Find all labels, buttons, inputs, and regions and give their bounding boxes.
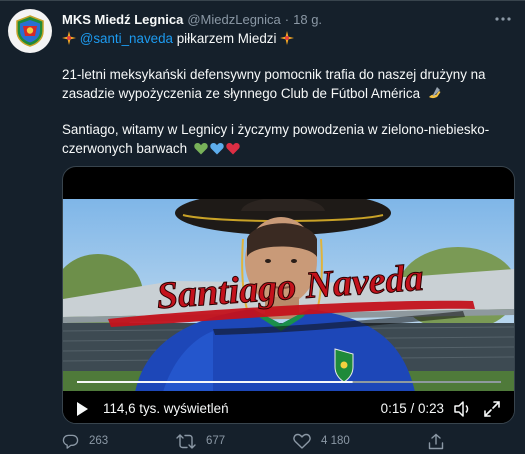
- green-heart-icon: [194, 143, 208, 155]
- red-heart-icon: [226, 143, 240, 155]
- tweet-header: MKS Miedź Legnica @MiedzLegnica · 18 g.: [62, 10, 493, 28]
- tweet-text-line-1: @santi_naveda piłkarzem Miedzi: [62, 29, 295, 48]
- more-button[interactable]: [493, 9, 513, 29]
- tweet-text-line-4: Santiago, witamy w Legnicy i życzymy pow…: [62, 122, 490, 137]
- retweet-icon: [176, 433, 196, 449]
- share-icon: [428, 433, 444, 449]
- author-handle[interactable]: @MiedzLegnica: [187, 12, 280, 27]
- tweet-text-line-2: 21-letni meksykański defensywny pomocnik…: [62, 67, 486, 82]
- header-separator: ·: [284, 11, 290, 27]
- sparkle-icon: [280, 31, 295, 45]
- retweet-button[interactable]: 677: [176, 431, 225, 451]
- video-progress-fill: [77, 381, 353, 383]
- volume-icon: [454, 401, 469, 417]
- like-button[interactable]: 4 180: [293, 431, 350, 451]
- line3-text: zasadzie wypożyczenia ze słynnego Club d…: [62, 86, 421, 101]
- tweet-text-line-3: zasadzie wypożyczenia ze słynnego Club d…: [62, 84, 442, 103]
- writing-hand-icon: [428, 87, 441, 99]
- video-player[interactable]: Santiago Naveda 114,6 tys. wyświetleń 0:…: [62, 166, 515, 424]
- club-crest-icon: [16, 15, 44, 47]
- video-time: 0:15 / 0:23: [381, 401, 444, 416]
- retweet-count: 677: [206, 435, 226, 447]
- sparkle-icon: [62, 31, 76, 45]
- video-elapsed: 0:15: [380, 401, 407, 416]
- share-button[interactable]: [428, 431, 444, 451]
- view-count: 114,6 tys. wyświetleń: [103, 401, 229, 416]
- video-frame[interactable]: Santiago Naveda: [63, 199, 514, 392]
- avatar[interactable]: [8, 9, 52, 53]
- mention-link[interactable]: @santi_naveda: [80, 31, 173, 46]
- tweet[interactable]: MKS Miedź Legnica @MiedzLegnica · 18 g. …: [0, 0, 525, 454]
- play-icon: [77, 402, 88, 416]
- fullscreen-icon: [484, 401, 500, 417]
- fullscreen-button[interactable]: [482, 399, 502, 419]
- author-name[interactable]: MKS Miedź Legnica: [62, 12, 183, 27]
- reply-count: 263: [89, 435, 109, 447]
- video-progress[interactable]: [63, 372, 514, 392]
- video-duration: 0:23: [417, 401, 444, 416]
- timestamp[interactable]: 18 g.: [293, 12, 322, 27]
- line1-suffix: piłkarzem Miedzi: [173, 31, 281, 46]
- video-time-separator: /: [410, 401, 415, 416]
- tweet-text-line-5: czerwonych barwach: [62, 139, 240, 158]
- more-icon: [495, 17, 511, 21]
- play-button[interactable]: [73, 400, 91, 418]
- blue-heart-icon: [210, 143, 224, 155]
- like-icon: [293, 433, 311, 449]
- reply-icon: [62, 434, 79, 449]
- reply-button[interactable]: 263: [62, 431, 108, 451]
- tweet-actions: 263 677 4 180: [58, 431, 478, 451]
- video-scene: Santiago Naveda: [63, 199, 514, 392]
- video-controls: 114,6 tys. wyświetleń 0:15 / 0:23: [63, 391, 514, 423]
- line5-text: czerwonych barwach: [62, 141, 188, 156]
- volume-button[interactable]: [452, 399, 472, 419]
- like-count: 4 180: [321, 435, 350, 447]
